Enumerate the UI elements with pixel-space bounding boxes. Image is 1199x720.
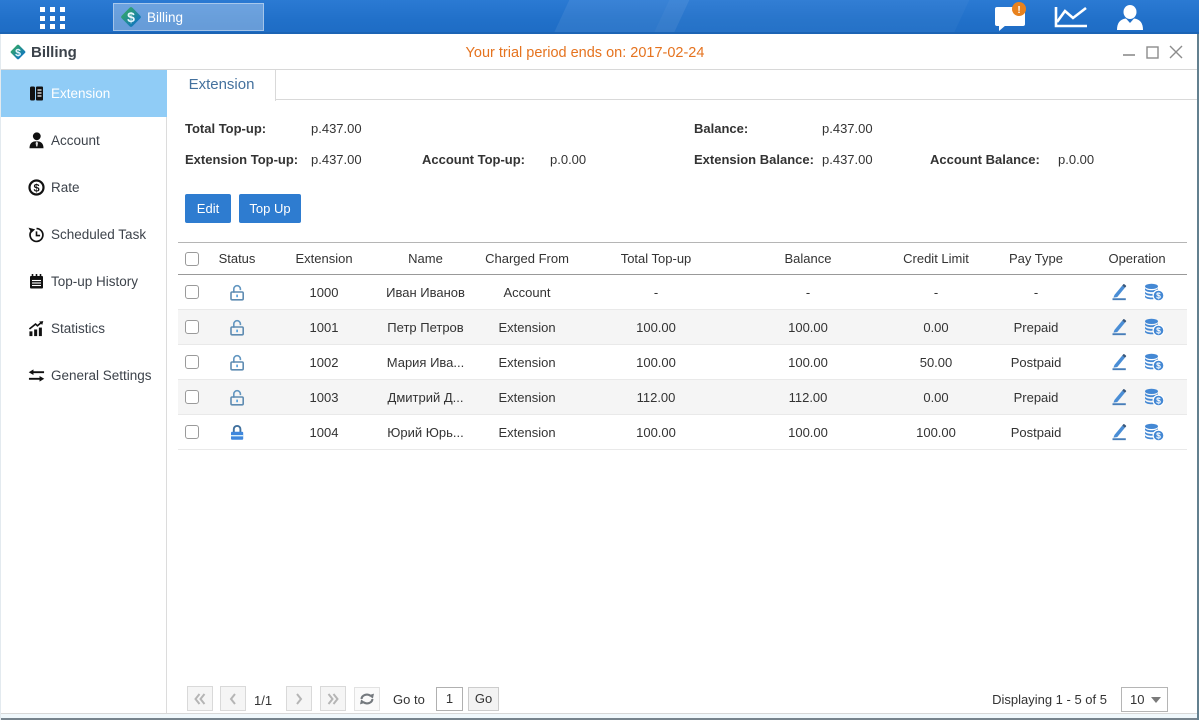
svg-text:$: $ (1156, 361, 1161, 371)
svg-text:$: $ (1156, 431, 1161, 441)
svg-text:$: $ (33, 182, 39, 194)
svg-text:$: $ (1156, 396, 1161, 406)
svg-text:!: ! (1017, 5, 1020, 16)
svg-text:$: $ (1156, 326, 1161, 336)
svg-text:$: $ (127, 9, 135, 25)
svg-text:$: $ (1156, 291, 1161, 301)
